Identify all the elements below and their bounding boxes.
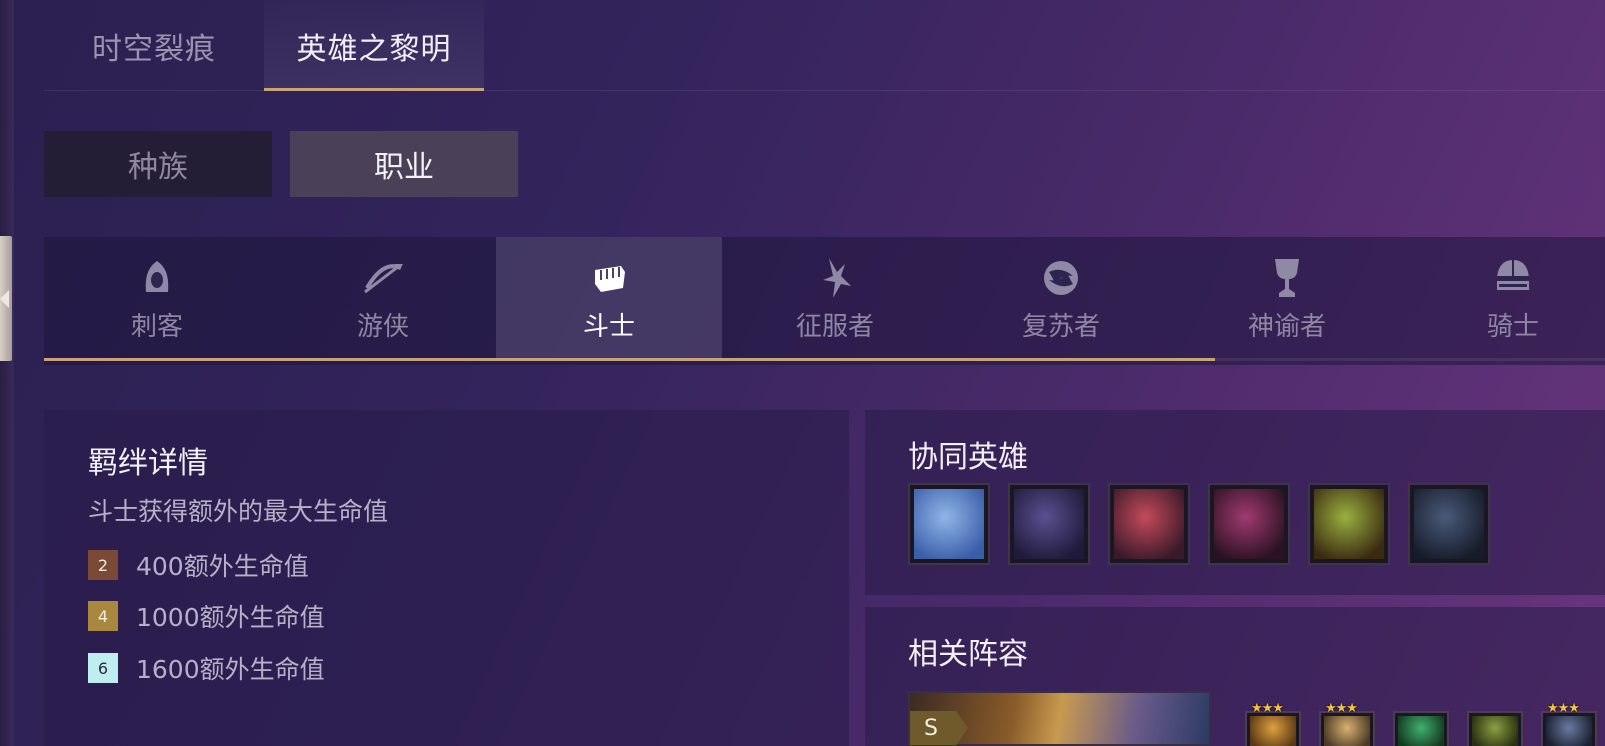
- class-tab-revenant[interactable]: 复苏者: [948, 237, 1174, 361]
- unit-stars: ★★★: [1251, 701, 1284, 716]
- segment-class[interactable]: 职业: [290, 131, 518, 197]
- related-comps-title: 相关阵容: [908, 637, 1028, 672]
- tier-badge: 4: [88, 601, 118, 631]
- class-label: 复苏者: [1021, 311, 1100, 342]
- hero-portrait-row: [908, 483, 1508, 565]
- unit-stars: ★★★: [1325, 701, 1358, 716]
- hero-face-image: [914, 489, 984, 559]
- tier-badge: 6: [88, 653, 118, 683]
- top-tab-bar: 时空裂痕 英雄之黎明: [44, 0, 1605, 91]
- hero-face-image: [1114, 489, 1184, 559]
- unit-stars: ★★★: [1547, 701, 1580, 716]
- hero-portrait[interactable]: [1408, 483, 1490, 565]
- synergy-heroes-title: 协同英雄: [908, 440, 1028, 475]
- helmet-icon: [1491, 256, 1535, 300]
- hero-face-image: [1214, 489, 1284, 559]
- comp-unit[interactable]: [1393, 711, 1449, 746]
- tier-text: 1000额外生命值: [136, 603, 325, 632]
- class-tab-conqueror[interactable]: 征服者: [722, 237, 948, 361]
- class-tab-invoker[interactable]: 神谕者: [1174, 237, 1400, 361]
- comp-unit[interactable]: ★★★: [1319, 701, 1375, 746]
- hero-portrait[interactable]: [1208, 483, 1290, 565]
- bond-detail-panel: 羁绊详情 斗士获得额外的最大生命值 2 400额外生命值 4 1000额外生命值…: [44, 410, 849, 746]
- comp-unit[interactable]: ★★★: [1245, 701, 1301, 746]
- bond-description: 斗士获得额外的最大生命值: [88, 497, 389, 526]
- class-label: 斗士: [582, 311, 635, 342]
- tab-dawn-of-heroes[interactable]: 英雄之黎明: [264, 0, 484, 91]
- comp-unit[interactable]: ★★★: [1541, 701, 1597, 746]
- comp-unit-row: ★★★ ★★★ ★★★: [1245, 701, 1605, 746]
- tier-text: 400额外生命值: [136, 552, 309, 581]
- comp-banner[interactable]: S: [908, 691, 1211, 746]
- unit-face-image: [1324, 716, 1370, 746]
- class-tab-ranger[interactable]: 游侠: [270, 237, 496, 361]
- unit-face-image: [1472, 716, 1518, 746]
- drawer-arrow-icon[interactable]: [0, 290, 9, 308]
- unit-face-image: [1546, 716, 1592, 746]
- class-tab-brawler[interactable]: 斗士: [496, 237, 722, 361]
- bond-tier-4: 4 1000额外生命值: [88, 598, 325, 634]
- comp-unit[interactable]: [1467, 711, 1523, 746]
- related-comps-panel: 相关阵容 S ★★★ ★★★ ★★★: [865, 607, 1605, 746]
- unit-face-image: [1398, 716, 1444, 746]
- class-tab-assassin[interactable]: 刺客: [44, 237, 270, 361]
- comp-rank-badge: S: [910, 711, 968, 745]
- segment-origin[interactable]: 种族: [44, 131, 272, 197]
- class-label: 骑士: [1486, 311, 1539, 342]
- revenant-icon: [1039, 256, 1083, 300]
- synergy-heroes-panel: 协同英雄: [865, 410, 1605, 595]
- tab-rift[interactable]: 时空裂痕: [44, 0, 264, 91]
- hero-face-image: [1414, 489, 1484, 559]
- fist-icon: [587, 256, 631, 300]
- bond-tier-6: 6 1600额外生命值: [88, 650, 325, 686]
- hero-portrait[interactable]: [1108, 483, 1190, 565]
- class-label: 游侠: [356, 311, 409, 342]
- left-scroll-edge: [0, 0, 14, 746]
- hero-face-image: [1314, 489, 1384, 559]
- class-label: 刺客: [130, 311, 183, 342]
- class-label: 征服者: [795, 311, 874, 342]
- tier-badge: 2: [88, 550, 118, 580]
- tier-text: 1600额外生命值: [136, 655, 325, 684]
- unit-face-image: [1250, 716, 1296, 746]
- bond-tier-2: 2 400额外生命值: [88, 547, 309, 583]
- class-tab-knight[interactable]: 骑士: [1400, 237, 1605, 361]
- hero-portrait[interactable]: [1308, 483, 1390, 565]
- bow-icon: [361, 256, 405, 300]
- hero-portrait[interactable]: [908, 483, 990, 565]
- class-scroll-progress: [44, 358, 1215, 361]
- class-tab-bar: 刺客 游侠 斗士 征服者 复苏者 神谕者 骑士: [44, 237, 1605, 365]
- bond-title: 羁绊详情: [88, 446, 208, 481]
- conqueror-icon: [813, 256, 857, 300]
- hero-portrait[interactable]: [1008, 483, 1090, 565]
- hood-icon: [135, 256, 179, 300]
- chalice-icon: [1265, 256, 1309, 300]
- class-label: 神谕者: [1247, 311, 1326, 342]
- hero-face-image: [1014, 489, 1084, 559]
